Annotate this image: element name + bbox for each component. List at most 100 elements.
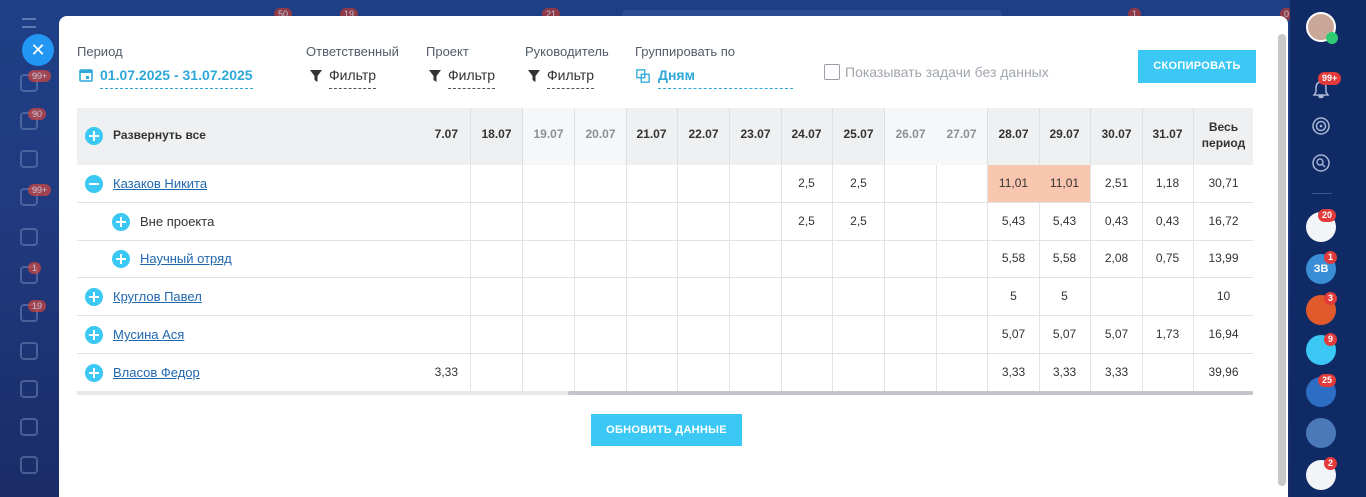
table-cell [678, 278, 730, 316]
table-cell [781, 240, 833, 278]
table-cell-total: 30,71 [1194, 165, 1253, 203]
table-cell: 3,33 [377, 354, 471, 392]
search-chat-icon[interactable] [1311, 153, 1331, 173]
row-name-link[interactable]: Круглов Павел [113, 289, 202, 304]
right-sidebar: 99+ 20 ЗВ 1 3 9 25 2 [1290, 0, 1366, 497]
expand-all-icon[interactable] [85, 127, 103, 145]
table-cell: 11,01 [988, 165, 1040, 203]
table-cell: 2,5 [833, 203, 885, 241]
table-cell [936, 203, 988, 241]
table-cell [523, 165, 575, 203]
table-cell [730, 278, 782, 316]
menu-icon-bg [20, 150, 38, 168]
table-cell [575, 165, 627, 203]
responsible-filter[interactable]: Фильтр [329, 67, 377, 89]
badge: 3 [1324, 292, 1338, 305]
table-cell [885, 240, 937, 278]
table-cell [833, 240, 885, 278]
total-label-line1: Весь [1208, 120, 1239, 134]
column-header: 29.07 [1039, 108, 1091, 165]
table-cell [523, 316, 575, 354]
expand-icon[interactable] [112, 213, 130, 231]
table-cell [678, 354, 730, 392]
table-cell [885, 316, 937, 354]
table-cell [523, 240, 575, 278]
table-cell [885, 165, 937, 203]
group-label: Группировать по [635, 44, 736, 59]
expand-icon[interactable] [85, 364, 103, 382]
table-cell [575, 240, 627, 278]
table-cell [575, 354, 627, 392]
column-header: 7.07 [377, 108, 471, 165]
row-name-link[interactable]: Мусина Ася [113, 327, 184, 342]
table-cell: 5,43 [988, 203, 1040, 241]
table-cell: 5,07 [1091, 316, 1143, 354]
table-cell: 2,5 [781, 165, 833, 203]
row-name-link[interactable]: Казаков Никита [113, 176, 207, 191]
notifications-badge: 99+ [1318, 72, 1342, 85]
table-cell [471, 354, 523, 392]
badge: 25 [1318, 374, 1337, 387]
table-cell [377, 240, 471, 278]
collapse-icon[interactable] [85, 175, 103, 193]
horizontal-scrollbar-thumb[interactable] [568, 391, 1253, 395]
table-cell [730, 316, 782, 354]
table-cell: 1,18 [1142, 165, 1194, 203]
table-cell [678, 203, 730, 241]
table-cell [885, 203, 937, 241]
table-cell-total: 13,99 [1194, 240, 1253, 278]
table-cell [730, 203, 782, 241]
table-header: Развернуть все 7.07 18.07 19.07 20.07 21.07 2… [77, 108, 1253, 165]
online-status-icon [1326, 32, 1338, 44]
table-cell-total: 39,96 [1194, 354, 1253, 392]
sidebar-divider [1312, 193, 1332, 194]
copy-button[interactable]: СКОПИРОВАТЬ [1138, 50, 1256, 83]
row-name-link[interactable]: Власов Федор [113, 365, 200, 380]
expand-icon[interactable] [112, 250, 130, 268]
table-cell: 5,43 [1039, 203, 1091, 241]
badge: 2 [1324, 457, 1338, 470]
table-cell [523, 278, 575, 316]
menu-icon-bg [20, 342, 38, 360]
report-modal: Период 01.07.2025 - 31.07.2025 Ответстве… [59, 16, 1288, 497]
table-cell [377, 316, 471, 354]
horizontal-scrollbar[interactable] [77, 391, 1253, 395]
table-cell: 2,08 [1091, 240, 1143, 278]
table-cell [626, 240, 678, 278]
table-cell [1142, 278, 1194, 316]
manager-filter[interactable]: Фильтр [547, 67, 595, 89]
show-empty-checkbox[interactable] [824, 64, 840, 80]
expand-icon[interactable] [85, 288, 103, 306]
period-value[interactable]: 01.07.2025 - 31.07.2025 [100, 67, 253, 89]
group-select[interactable]: Дням [658, 67, 793, 89]
row-name-link[interactable]: Научный отряд [140, 251, 232, 266]
vertical-scrollbar[interactable] [1278, 34, 1286, 486]
period-label: Период [77, 44, 123, 59]
column-header: 24.07 [781, 108, 833, 165]
table-cell [885, 354, 937, 392]
fingerprint-icon[interactable] [1311, 116, 1331, 136]
project-filter[interactable]: Фильтр [448, 67, 496, 89]
table-cell: 5,58 [988, 240, 1040, 278]
table-cell: 0,43 [1091, 203, 1143, 241]
left-menu-background: 99+ 90 99+ 1 19 [0, 0, 60, 497]
table-cell [626, 278, 678, 316]
expand-icon[interactable] [85, 326, 103, 344]
expand-all-label[interactable]: Развернуть все [113, 128, 206, 142]
row-name: Вне проекта [140, 214, 215, 229]
responsible-label: Ответственный [306, 44, 399, 59]
close-button[interactable]: ✕ [22, 34, 54, 66]
table-cell-total: 16,72 [1194, 203, 1253, 241]
table-cell: 3,33 [988, 354, 1040, 392]
table-cell: 1,73 [1142, 316, 1194, 354]
table-cell [626, 354, 678, 392]
update-data-button[interactable]: ОБНОВИТЬ ДАННЫЕ [591, 414, 742, 446]
table-cell: 0,75 [1142, 240, 1194, 278]
column-header: 23.07 [730, 108, 782, 165]
filter-icon [528, 70, 540, 82]
table-cell: 2,5 [833, 165, 885, 203]
user-clock-icon[interactable] [1306, 418, 1336, 448]
column-header: 30.07 [1091, 108, 1143, 165]
table-cell: 5,07 [988, 316, 1040, 354]
table-cell [885, 278, 937, 316]
